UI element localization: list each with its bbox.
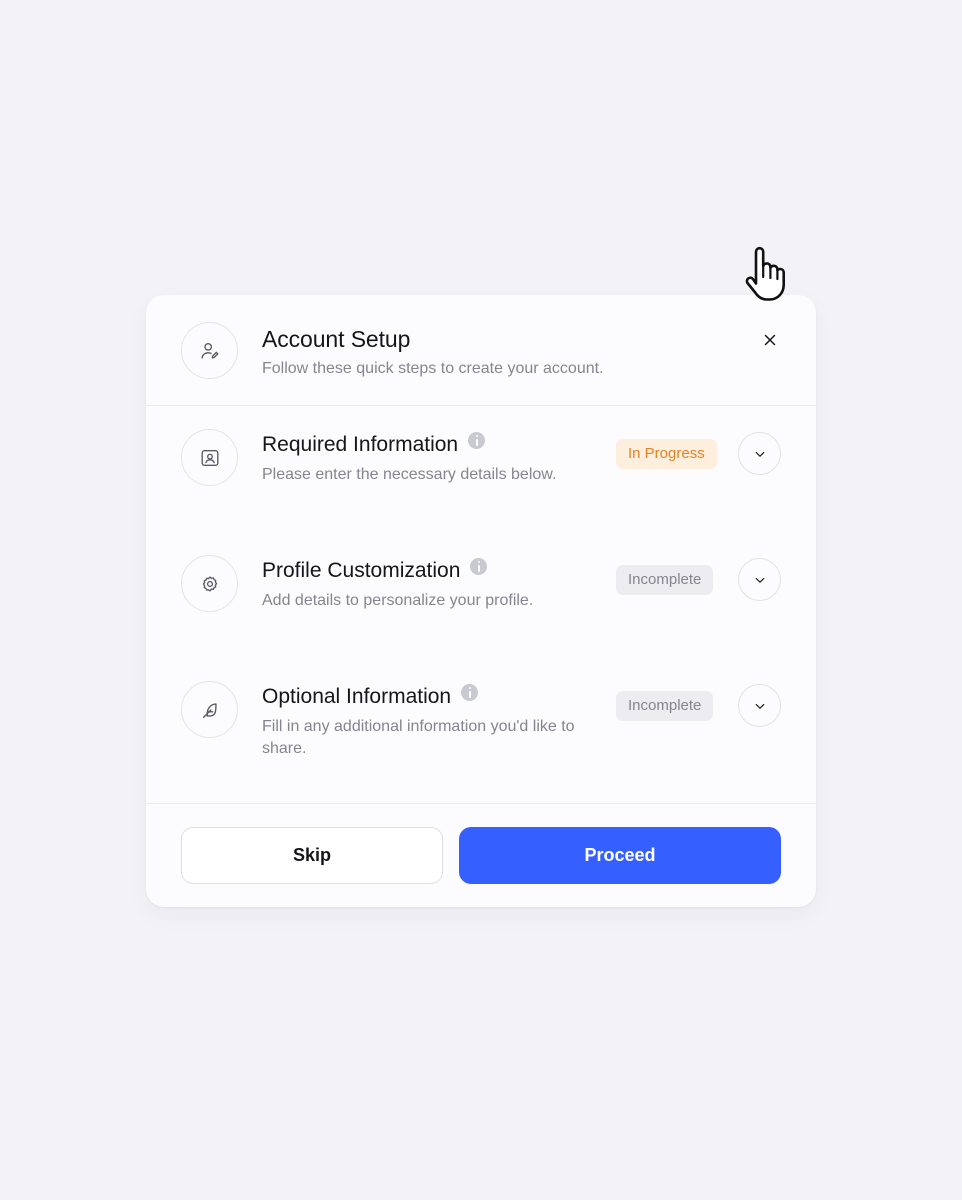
account-setup-dialog: Account Setup Follow these quick steps t… bbox=[146, 295, 816, 907]
chevron-down-icon bbox=[755, 577, 764, 583]
status-badge: Incomplete bbox=[616, 565, 714, 595]
dialog-title: Account Setup bbox=[262, 326, 411, 352]
step-title: Profile Customization bbox=[262, 558, 488, 583]
info-icon[interactable] bbox=[468, 432, 486, 449]
info-icon[interactable] bbox=[470, 558, 488, 575]
step-description: Add details to personalize your profile. bbox=[262, 592, 534, 609]
user-edit-icon bbox=[181, 322, 238, 379]
info-icon[interactable] bbox=[461, 684, 479, 701]
dialog-footer: Skip Proceed bbox=[146, 803, 816, 907]
expand-button[interactable] bbox=[738, 432, 781, 475]
chevron-down-icon bbox=[755, 703, 764, 709]
step-description: Fill in any additional information you'd… bbox=[262, 718, 575, 757]
expand-button[interactable] bbox=[738, 684, 781, 727]
expand-button[interactable] bbox=[738, 558, 781, 601]
hand-pointer-icon bbox=[745, 246, 785, 301]
dialog-header: Account Setup Follow these quick steps t… bbox=[146, 295, 816, 406]
feather-icon bbox=[181, 681, 238, 738]
chevron-down-icon bbox=[755, 451, 764, 457]
gear-badge-icon bbox=[181, 555, 238, 612]
status-badge: Incomplete bbox=[616, 691, 714, 721]
dialog-subtitle: Follow these quick steps to create your … bbox=[262, 360, 604, 377]
step-description: Please enter the necessary details below… bbox=[262, 466, 557, 483]
close-button[interactable] bbox=[758, 328, 782, 352]
skip-button[interactable]: Skip bbox=[181, 827, 443, 884]
status-badge: In Progress bbox=[616, 439, 717, 469]
close-icon bbox=[764, 334, 776, 346]
page: Account Setup Follow these quick steps t… bbox=[0, 0, 962, 1200]
id-card-icon bbox=[181, 429, 238, 486]
step-title: Required Information bbox=[262, 432, 486, 457]
proceed-button[interactable]: Proceed bbox=[459, 827, 781, 884]
step-title: Optional Information bbox=[262, 684, 479, 709]
